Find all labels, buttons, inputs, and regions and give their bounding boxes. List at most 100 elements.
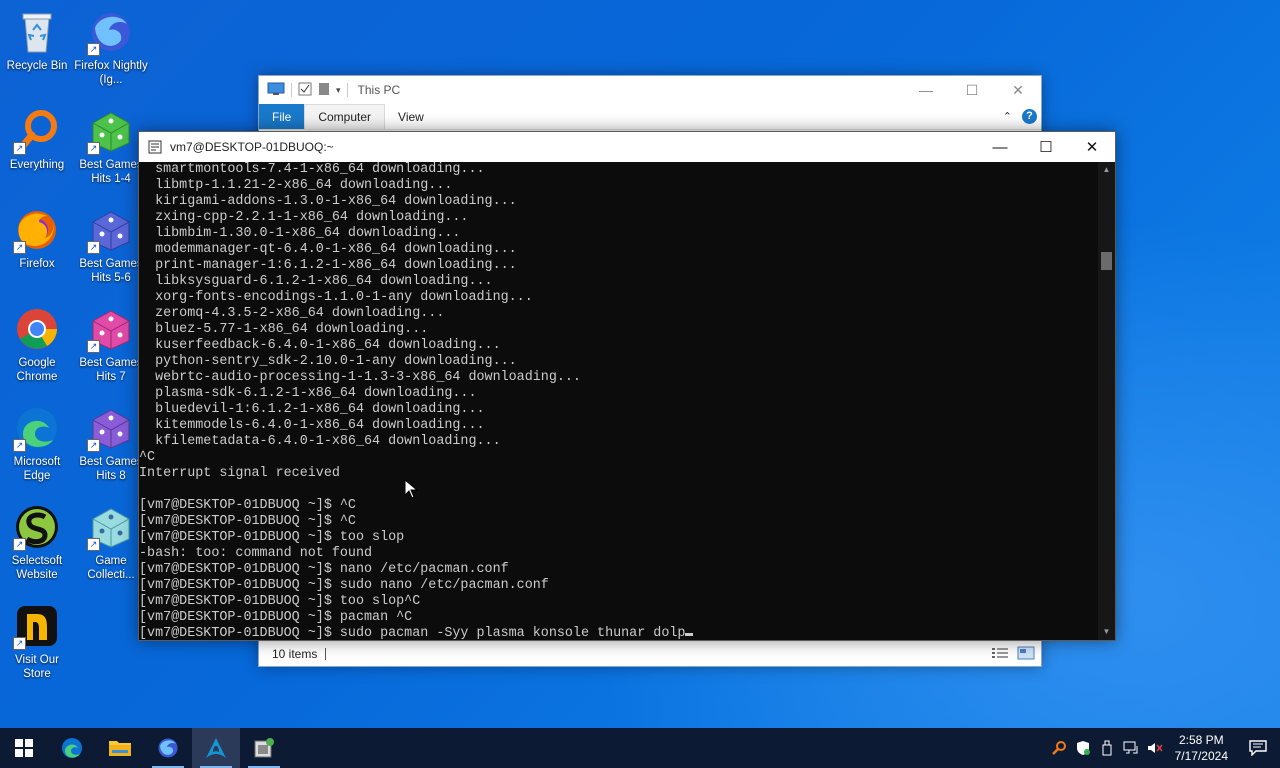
terminal-line: print-manager-1:6.1.2-1-x86_64 downloadi…: [139, 258, 517, 273]
taskbar-arch-terminal[interactable]: [192, 728, 240, 768]
maximize-button[interactable]: ☐: [949, 76, 995, 104]
details-view-icon[interactable]: [991, 646, 1009, 663]
terminal-line: Interrupt signal received: [139, 466, 340, 481]
desktop-icon-best-games-8[interactable]: ↗ Best Games Hits 8: [74, 404, 148, 483]
terminal-icon: [148, 140, 162, 154]
maximize-button[interactable]: ☐: [1023, 132, 1069, 162]
separator: [325, 648, 327, 660]
desktop-icon-recycle-bin[interactable]: Recycle Bin: [0, 8, 74, 73]
everything-search-icon: ↗: [13, 107, 61, 155]
terminal-title-bar[interactable]: vm7@DESKTOP-01DBUOQ:~ — ☐ ✕: [139, 132, 1115, 162]
output-lines: smartmontools-7.4-1-x86_64 downloading..…: [139, 162, 1100, 626]
desktop-icon-everything[interactable]: ↗ Everything: [0, 107, 74, 172]
desktop-icon-selectsoft[interactable]: ↗ Selectsoft Website: [0, 503, 74, 582]
dice-blue-icon: ↗: [87, 206, 135, 254]
desktop-icon-game-collection[interactable]: ↗ Game Collecti...: [74, 503, 148, 582]
desktop-icon-label: Selectsoft Website: [11, 555, 63, 581]
help-icon[interactable]: ?: [1022, 109, 1037, 124]
tray-security[interactable]: [1071, 740, 1095, 756]
terminal-line: kirigami-addons-1.3.0-1-x86_64 downloadi…: [139, 194, 517, 209]
ribbon-tabs: File Computer View ⌃ ?: [259, 104, 1041, 130]
desktop-icon-best-games-5[interactable]: ↗ Best Games Hits 5-6: [74, 206, 148, 285]
desktop-icon-firefox-nightly[interactable]: ↗ Firefox Nightly (Ig...: [74, 8, 148, 87]
desktop-icon-label: Best Games Hits 7: [79, 357, 143, 383]
scroll-up-arrow[interactable]: ▲: [1098, 162, 1115, 178]
tray-usb[interactable]: [1095, 740, 1119, 756]
vertical-scrollbar[interactable]: ▲ ▼: [1098, 162, 1115, 640]
clock-time: 2:58 PM: [1178, 733, 1224, 747]
terminal-line: bluez-5.77-1-x86_64 downloading...: [139, 322, 429, 337]
store-icon: ↗: [13, 602, 61, 650]
close-button[interactable]: ✕: [1069, 132, 1115, 162]
desktop-icon-visit-store[interactable]: ↗ Visit Our Store: [0, 602, 74, 681]
explorer-title-bar[interactable]: ▾ This PC — ☐ ✕: [259, 76, 1041, 104]
desktop-icon-best-games-7[interactable]: ↗ Best Games Hits 7: [74, 305, 148, 384]
edge-icon: [62, 738, 82, 758]
start-button[interactable]: [0, 728, 48, 768]
desktop-icon-label: Google Chrome: [16, 357, 58, 383]
terminal-line: -bash: too: command not found: [139, 546, 373, 561]
desktop-icon-microsoft-edge[interactable]: ↗ Microsoft Edge: [0, 404, 74, 483]
desktop-icon-best-games-1[interactable]: ↗ Best Games Hits 1-4: [74, 107, 148, 186]
mouse-pointer-icon: [404, 479, 418, 499]
system-tray: 2:58 PM 7/17/2024: [1047, 728, 1280, 768]
terminal-line: kfilemetadata-6.4.0-1-x86_64 downloading…: [139, 434, 501, 449]
terminal-line: python-sentry_sdk-2.10.0-1-any downloadi…: [139, 354, 517, 369]
command-input-line[interactable]: [vm7@DESKTOP-01DBUOQ ~]$ sudo pacman -Sy…: [139, 626, 1100, 640]
installer-icon: [254, 738, 274, 758]
desktop-icon-label: Best Games Hits 5-6: [79, 258, 143, 284]
network-icon: [1123, 741, 1138, 754]
window-title: vm7@DESKTOP-01DBUOQ:~: [170, 140, 334, 154]
view-toggles: [991, 646, 1041, 663]
minimize-button[interactable]: —: [903, 76, 949, 104]
desktop-icon-label: Everything: [9, 159, 65, 171]
desktop-icon-firefox[interactable]: ↗ Firefox: [0, 206, 74, 271]
terminal-line: smartmontools-7.4-1-x86_64 downloading..…: [139, 162, 485, 177]
desktop-icon-google-chrome[interactable]: Google Chrome: [0, 305, 74, 384]
taskbar-installer[interactable]: [240, 728, 288, 768]
terminal-output[interactable]: smartmontools-7.4-1-x86_64 downloading..…: [139, 162, 1100, 640]
large-icons-view-icon[interactable]: [1017, 646, 1035, 663]
terminal-line: xorg-fonts-encodings-1.1.0-1-any downloa…: [139, 290, 533, 305]
close-button[interactable]: ✕: [995, 76, 1041, 104]
dice-green-icon: ↗: [87, 107, 135, 155]
tray-network[interactable]: [1119, 741, 1143, 755]
selectsoft-icon: ↗: [13, 503, 61, 551]
quick-access-toolbar: ▾: [259, 82, 348, 99]
terminal-line: ^C: [139, 450, 156, 465]
everything-search-icon: [1051, 741, 1066, 755]
notification-center[interactable]: [1236, 740, 1280, 756]
tab-computer[interactable]: Computer: [304, 104, 386, 129]
dice-pink-icon: ↗: [87, 305, 135, 353]
terminal-line: [vm7@DESKTOP-01DBUOQ ~]$ sudo nano /etc/…: [139, 578, 549, 593]
terminal-line: plasma-sdk-6.1.2-1-x86_64 downloading...: [139, 386, 477, 401]
scrollbar-thumb[interactable]: [1101, 252, 1112, 270]
terminal-line: [vm7@DESKTOP-01DBUOQ ~]$ nano /etc/pacma…: [139, 562, 509, 577]
usb-drive-icon: [1102, 740, 1112, 756]
tab-file[interactable]: File: [259, 104, 305, 129]
tray-everything[interactable]: [1047, 740, 1071, 756]
window-controls: — ☐ ✕: [903, 76, 1041, 104]
taskbar-firefox-nightly[interactable]: [144, 728, 192, 768]
dice-purple-icon: ↗: [87, 404, 135, 452]
chevron-down-icon[interactable]: ▾: [336, 85, 341, 96]
terminal-window[interactable]: vm7@DESKTOP-01DBUOQ:~ — ☐ ✕ smartmontool…: [138, 131, 1116, 641]
window-title: This PC: [357, 83, 401, 97]
tab-view[interactable]: View: [385, 104, 437, 129]
clock[interactable]: 2:58 PM 7/17/2024: [1167, 732, 1236, 764]
terminal-line: libmtp-1.1.21-2-x86_64 downloading...: [139, 178, 453, 193]
minimize-button[interactable]: —: [977, 132, 1023, 162]
dice-teal-icon: ↗: [87, 503, 135, 551]
taskbar-file-explorer[interactable]: [96, 728, 144, 768]
terminal-line: webrtc-audio-processing-1-1.3-3-x86_64 d…: [139, 370, 581, 385]
tray-volume[interactable]: [1143, 741, 1167, 755]
new-folder-icon[interactable]: [318, 82, 330, 99]
scroll-down-arrow[interactable]: ▼: [1098, 624, 1115, 640]
chevron-up-icon[interactable]: ⌃: [1003, 110, 1012, 123]
terminal-line: bluedevil-1:6.1.2-1-x86_64 downloading..…: [139, 402, 485, 417]
taskbar-edge[interactable]: [48, 728, 96, 768]
properties-icon[interactable]: [298, 82, 312, 99]
separator: [346, 83, 348, 97]
window-controls: — ☐ ✕: [977, 132, 1115, 162]
